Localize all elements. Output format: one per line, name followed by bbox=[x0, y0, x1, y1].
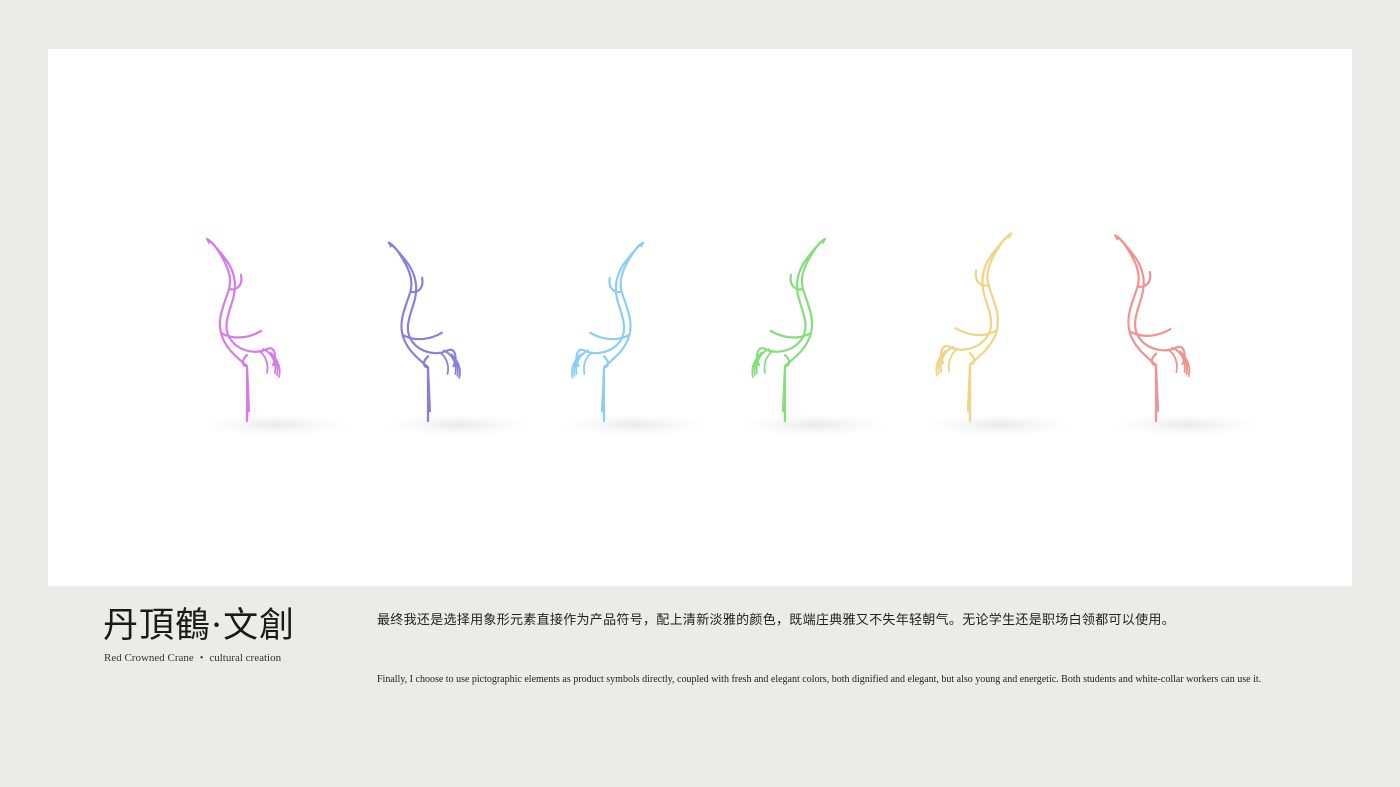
crane-outline bbox=[571, 241, 645, 423]
product-showcase-panel bbox=[48, 49, 1352, 586]
crane-tail-feathers bbox=[571, 349, 594, 379]
crane-body-line bbox=[940, 232, 1013, 423]
crane-figure-sky-blue bbox=[544, 241, 724, 439]
crane-body-line bbox=[755, 237, 827, 423]
crane-outline bbox=[205, 237, 281, 423]
crane-shadow bbox=[368, 411, 548, 439]
crane-outline bbox=[751, 237, 827, 423]
crane-outline bbox=[935, 232, 1013, 423]
description-english: Finally, I choose to use pictographic el… bbox=[377, 674, 1262, 685]
crane-shadow bbox=[187, 411, 367, 439]
subtitle-category: cultural creation bbox=[209, 652, 282, 664]
subtitle-english-name: Red Crowned Crane bbox=[104, 652, 194, 664]
description-chinese: 最终我还是选择用象形元素直接作为产品符号，配上清新淡雅的颜色，既端庄典雅又不失年… bbox=[377, 613, 1176, 628]
crane-body-line bbox=[205, 237, 277, 423]
crane-lineup bbox=[187, 232, 1276, 439]
crane-tail-feathers bbox=[1167, 346, 1191, 378]
crane-tail-feathers bbox=[751, 348, 774, 378]
crane-shadow bbox=[1096, 411, 1276, 439]
crane-shadow bbox=[725, 411, 905, 439]
crane-tail-feathers bbox=[438, 349, 461, 379]
crane-body-line bbox=[387, 241, 457, 423]
crane-body-line bbox=[1114, 234, 1186, 423]
product-title: 丹頂鶴·文創 bbox=[103, 606, 296, 646]
crane-figure-magenta bbox=[187, 237, 367, 439]
crane-figure-violet bbox=[368, 241, 548, 439]
crane-outline bbox=[1114, 234, 1191, 423]
crane-figure-yellow bbox=[910, 232, 1090, 439]
crane-tail-feathers bbox=[935, 345, 959, 377]
product-subtitle: Red Crowned Crane • cultural creation bbox=[104, 652, 281, 664]
crane-figure-coral bbox=[1096, 234, 1276, 439]
crane-shadow bbox=[910, 411, 1090, 439]
crane-outline bbox=[387, 241, 461, 423]
crane-figure-green bbox=[725, 237, 905, 439]
crane-body-line bbox=[575, 241, 645, 423]
crane-shadow bbox=[544, 411, 724, 439]
subtitle-separator: • bbox=[199, 653, 204, 664]
crane-tail-feathers bbox=[258, 348, 281, 378]
